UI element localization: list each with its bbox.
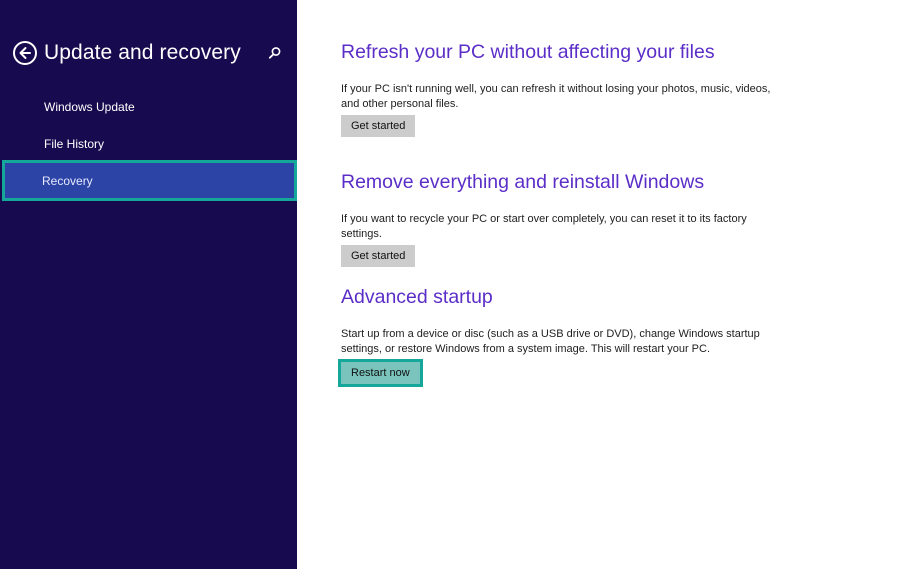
back-arrow-icon[interactable] <box>13 41 37 65</box>
sidebar: Update and recovery Windows Update File … <box>0 0 297 569</box>
reset-get-started-button[interactable]: Get started <box>341 245 416 267</box>
section-description: If your PC isn't running well, you can r… <box>341 83 771 110</box>
sidebar-item-label: File History <box>44 136 105 151</box>
section-description: Start up from a device or disc (such as … <box>341 328 760 355</box>
sidebar-item-windows-update[interactable]: Windows Update <box>0 88 297 125</box>
search-icon[interactable] <box>268 46 282 60</box>
section-description: If you want to recycle your PC or start … <box>341 213 747 240</box>
sidebar-item-file-history[interactable]: File History <box>0 125 297 162</box>
refresh-get-started-button[interactable]: Get started <box>341 115 416 137</box>
section-title: Refresh your PC without affecting your f… <box>341 41 715 63</box>
sidebar-header: Update and recovery <box>13 38 288 68</box>
restart-now-button[interactable]: Restart now <box>338 359 423 387</box>
reset-section: Remove everything and reinstall Windows … <box>341 171 881 267</box>
section-title: Advanced startup <box>341 286 493 308</box>
section-title: Remove everything and reinstall Windows <box>341 171 705 193</box>
refresh-section: Refresh your PC without affecting your f… <box>341 41 881 137</box>
sidebar-nav: Windows Update File History Recovery <box>0 88 297 201</box>
page-title: Update and recovery <box>44 41 241 64</box>
sidebar-item-label: Recovery <box>42 173 93 188</box>
advanced-startup-section: Advanced startup Start up from a device … <box>338 286 881 387</box>
sidebar-item-label: Windows Update <box>44 99 135 114</box>
sidebar-item-recovery[interactable]: Recovery <box>2 160 297 201</box>
